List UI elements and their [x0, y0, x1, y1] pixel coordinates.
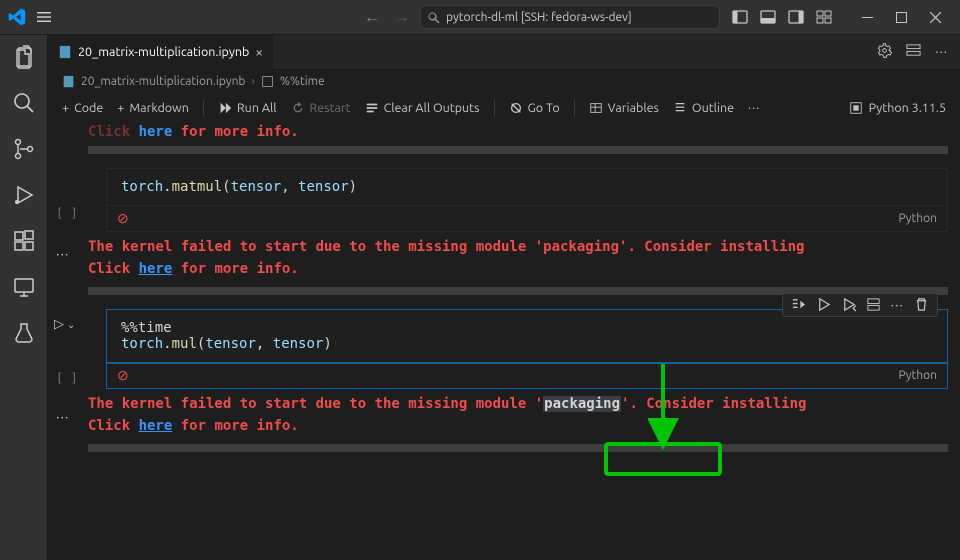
horizontal-scrollbar[interactable]	[88, 146, 948, 154]
code-cell-editor[interactable]: %%time torch.mul(tensor, tensor)	[106, 309, 948, 363]
breadcrumb-file: 20_matrix-multiplication.ipynb	[81, 75, 245, 88]
error-output: The kernel failed to start due to the mi…	[48, 236, 948, 281]
error-link[interactable]: here	[139, 418, 173, 434]
title-bar: ← → pytorch-dl-ml [SSH: fedora-ws-dev]	[0, 0, 960, 35]
window-close-icon[interactable]	[918, 3, 952, 31]
notebook-file-icon	[58, 45, 72, 59]
tab-close-icon[interactable]: ×	[255, 44, 263, 60]
delete-cell-icon[interactable]	[914, 297, 929, 312]
outline-button[interactable]: Outline	[673, 101, 734, 115]
code-cell-editor[interactable]: torch.matmul(tensor, tensor)	[106, 168, 948, 206]
notebook-settings-icon[interactable]	[877, 43, 892, 61]
clear-outputs-button[interactable]: Clear All Outputs	[365, 101, 480, 115]
run-by-line-icon[interactable]	[791, 297, 806, 312]
toggle-panel-icon[interactable]	[760, 9, 776, 25]
notebook-file-icon	[62, 75, 75, 88]
variables-button[interactable]: Variables	[589, 101, 659, 115]
cell-status-bar: ⊘ Python	[106, 363, 948, 389]
error-link[interactable]: here	[139, 124, 173, 140]
breadcrumb-symbol: %%time	[280, 75, 325, 88]
cell-status-bar: ⊘ Python	[106, 206, 948, 232]
error-status-icon: ⊘	[117, 210, 129, 227]
more-cell-actions-icon[interactable]: ···	[891, 297, 904, 313]
nav-forward-icon[interactable]: →	[394, 8, 410, 27]
more-actions-icon[interactable]: ···	[935, 45, 948, 59]
error-output: The kernel failed to start due to the mi…	[48, 393, 948, 438]
command-center-text: pytorch-dl-ml [SSH: fedora-ws-dev]	[446, 11, 632, 24]
cell-language[interactable]: Python	[898, 212, 937, 225]
tab-filename: 20_matrix-multiplication.ipynb	[78, 45, 249, 59]
notebook-layout-icon[interactable]	[906, 43, 921, 61]
activity-bar	[0, 35, 48, 560]
execute-cell-icon[interactable]	[816, 297, 831, 312]
breadcrumb[interactable]: 20_matrix-multiplication.ipynb › %%time	[48, 70, 960, 92]
tab-actions: ···	[877, 35, 960, 69]
run-all-button[interactable]: Run All	[218, 101, 277, 115]
hamburger-menu-icon[interactable]	[36, 9, 52, 25]
search-icon	[427, 11, 440, 24]
notebook-cell-active: ··· ▷ ⌄ [ ] %%time torch.mul(tensor, ten…	[48, 309, 948, 452]
cell-toolbar: ···	[782, 293, 938, 317]
execution-count: [ ]	[56, 371, 78, 385]
error-link[interactable]: here	[139, 261, 173, 277]
chevron-right-icon: ›	[251, 75, 254, 88]
window-maximize-icon[interactable]	[884, 3, 918, 31]
window-controls	[850, 3, 952, 31]
nav-arrows: ← →	[364, 8, 410, 27]
remote-explorer-icon[interactable]	[12, 275, 36, 299]
run-debug-icon[interactable]	[12, 183, 36, 207]
split-cell-icon[interactable]	[866, 297, 881, 312]
execution-count: [ ]	[56, 206, 78, 220]
output-collapse-icon[interactable]: ···	[56, 246, 69, 262]
add-markdown-cell-button[interactable]: +Markdown	[117, 101, 189, 115]
explorer-icon[interactable]	[12, 45, 36, 69]
toggle-secondary-sidebar-icon[interactable]	[788, 9, 804, 25]
source-control-icon[interactable]	[12, 137, 36, 161]
command-center[interactable]: pytorch-dl-ml [SSH: fedora-ws-dev]	[420, 5, 720, 29]
layout-controls	[732, 9, 832, 25]
nav-back-icon[interactable]: ←	[364, 8, 380, 27]
restart-kernel-button[interactable]: Restart	[291, 101, 351, 115]
more-toolbar-icon[interactable]: ···	[748, 101, 760, 115]
horizontal-scrollbar[interactable]	[88, 444, 948, 452]
customize-layout-icon[interactable]	[816, 9, 832, 25]
notebook-toolbar: +Code +Markdown Run All Restart Clear Al…	[48, 92, 960, 124]
window-minimize-icon[interactable]	[850, 3, 884, 31]
editor-tabs: 20_matrix-multiplication.ipynb × ···	[48, 35, 960, 70]
editor-area: 20_matrix-multiplication.ipynb × ··· 20_…	[48, 35, 960, 560]
cell-icon	[261, 75, 274, 88]
testing-icon[interactable]	[12, 321, 36, 345]
add-code-cell-button[interactable]: +Code	[62, 101, 103, 115]
cell-language[interactable]: Python	[898, 369, 937, 382]
search-activity-icon[interactable]	[12, 91, 36, 115]
error-status-icon: ⊘	[117, 367, 129, 384]
kernel-selector[interactable]: Python 3.11.5	[849, 101, 946, 115]
kernel-name: Python 3.11.5	[869, 101, 946, 115]
notebook-cell: [ ] torch.matmul(tensor, tensor) ⊘ Pytho…	[48, 168, 948, 295]
vscode-logo-icon	[8, 8, 26, 26]
run-cell-icon[interactable]: ▷ ⌄	[54, 317, 75, 332]
partial-output-top: Click here for more info.	[48, 124, 948, 140]
notebook-viewport[interactable]: Click here for more info. [ ] torch.matm…	[48, 124, 960, 560]
error-text: Click here for more info.	[88, 124, 299, 140]
execute-above-icon[interactable]	[841, 297, 856, 312]
goto-button[interactable]: Go To	[509, 101, 560, 115]
highlighted-module: packaging	[543, 396, 621, 412]
toggle-primary-sidebar-icon[interactable]	[732, 9, 748, 25]
editor-tab[interactable]: 20_matrix-multiplication.ipynb ×	[48, 35, 274, 69]
extensions-icon[interactable]	[12, 229, 36, 253]
